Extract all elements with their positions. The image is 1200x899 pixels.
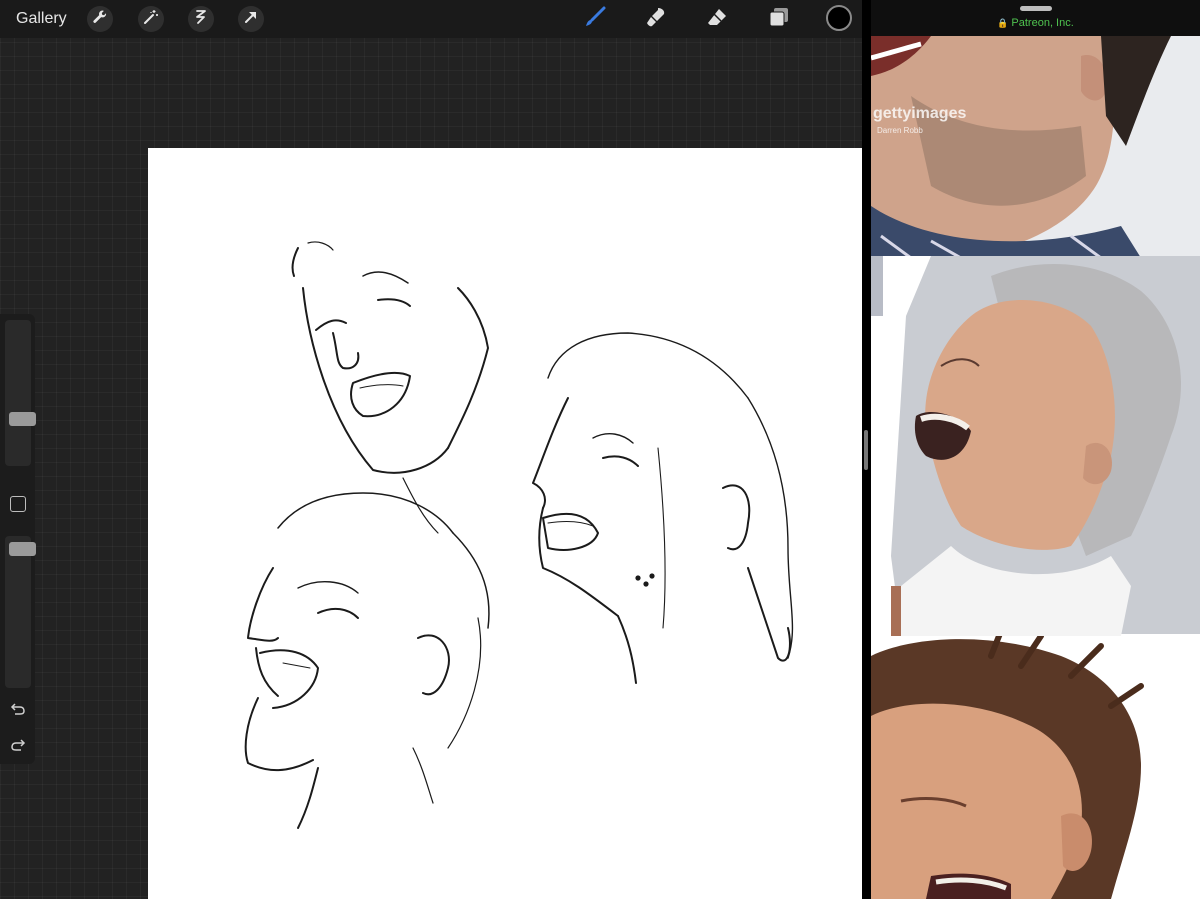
procreate-top-bar: Gallery (0, 0, 862, 38)
gallery-button[interactable]: Gallery (16, 10, 67, 28)
photo-watermark-credit: Darren Robb (877, 126, 923, 135)
face-sketches (244, 241, 794, 829)
transform-button[interactable] (238, 6, 264, 32)
multitasking-grabber[interactable] (1020, 6, 1052, 11)
reference-photo-older-man (871, 256, 1200, 636)
transform-arrow-icon (243, 9, 259, 30)
brush-size-slider[interactable] (5, 320, 36, 466)
layers-button[interactable] (765, 5, 793, 33)
reference-photo-chin: gettyimages Darren Robb (871, 36, 1200, 258)
layers-icon (767, 5, 791, 34)
photo-watermark: gettyimages (873, 105, 967, 122)
brush-opacity-slider[interactable] (5, 536, 36, 688)
redo-button[interactable] (8, 737, 28, 757)
browser-app: 🔒 Patreon, Inc. gettyimages Darren Robb (871, 0, 1200, 899)
color-picker-button[interactable] (826, 5, 852, 31)
eraser-icon (705, 5, 729, 34)
url-bar[interactable]: 🔒 Patreon, Inc. (871, 17, 1200, 29)
brush-sidebar (0, 314, 36, 764)
adjustments-button[interactable] (138, 6, 164, 32)
undo-icon (10, 701, 26, 722)
eraser-tool-button[interactable] (703, 5, 731, 33)
drawing-canvas[interactable] (148, 148, 862, 899)
modify-button[interactable] (10, 496, 26, 512)
actions-button[interactable] (87, 6, 113, 32)
sketch-face-right (532, 332, 794, 684)
split-view-handle[interactable] (864, 430, 868, 470)
smudge-icon (644, 5, 668, 34)
sketch-face-bottom-left (244, 492, 490, 829)
procreate-app: Gallery (0, 0, 862, 899)
brush-icon (583, 5, 607, 34)
url-label: Patreon, Inc. (1011, 17, 1074, 29)
lock-icon: 🔒 (997, 18, 1009, 28)
brush-opacity-thumb[interactable] (9, 542, 36, 556)
smudge-tool-button[interactable] (642, 5, 670, 33)
undo-button[interactable] (8, 701, 28, 721)
brush-size-thumb[interactable] (9, 412, 36, 426)
sketch-face-top (291, 241, 489, 534)
reference-photo-young-man (871, 636, 1200, 899)
selection-button[interactable] (188, 6, 214, 32)
browser-top-bar: 🔒 Patreon, Inc. (871, 0, 1200, 36)
selection-icon (193, 9, 209, 30)
magic-wand-icon (143, 9, 159, 30)
redo-icon (10, 737, 26, 758)
wrench-icon (92, 9, 108, 30)
brush-tool-button[interactable] (581, 5, 609, 33)
